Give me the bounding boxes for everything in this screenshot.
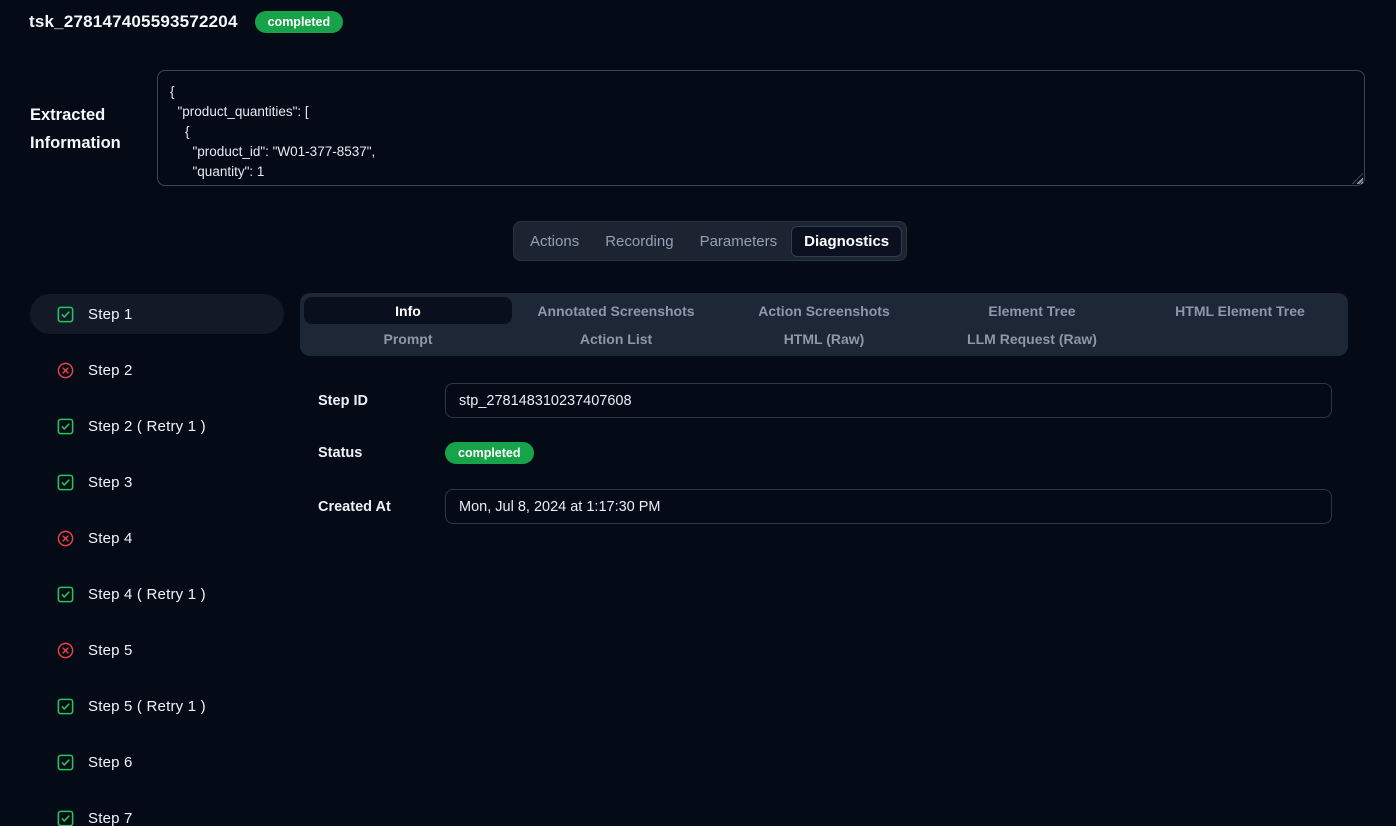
task-status-badge: completed (255, 11, 344, 33)
diagnostics-subtabs: Info Annotated Screenshots Action Screen… (300, 293, 1348, 356)
tab-actions[interactable]: Actions (518, 226, 591, 257)
created-at-label: Created At (318, 499, 445, 515)
subtab-html-raw[interactable]: HTML (Raw) (720, 325, 928, 352)
step-item-5-retry-1[interactable]: Step 5 ( Retry 1 ) (30, 686, 284, 726)
step-id-row: Step ID (318, 383, 1332, 418)
step-status-badge: completed (445, 442, 534, 464)
subtab-prompt[interactable]: Prompt (304, 325, 512, 352)
step-id-input[interactable] (445, 383, 1332, 418)
subtab-annotated-screenshots[interactable]: Annotated Screenshots (512, 297, 720, 324)
main-tabbar: Actions Recording Parameters Diagnostics (513, 221, 907, 261)
extracted-information-label: Extracted Information (30, 101, 155, 157)
task-diagnostics-page: tsk_278147405593572204 completed Extract… (0, 0, 1396, 826)
step-label: Step 4 (88, 530, 133, 547)
check-square-icon (56, 473, 75, 492)
created-at-input[interactable] (445, 489, 1332, 524)
task-id-title: tsk_278147405593572204 (29, 12, 238, 32)
x-circle-icon (56, 361, 75, 380)
subtab-action-list[interactable]: Action List (512, 325, 720, 352)
extracted-information-container: { "product_quantities": [ { "product_id"… (157, 70, 1365, 186)
step-label: Step 2 (88, 362, 133, 379)
subtab-element-tree[interactable]: Element Tree (928, 297, 1136, 324)
step-item-4-retry-1[interactable]: Step 4 ( Retry 1 ) (30, 574, 284, 614)
created-at-row: Created At (318, 489, 1332, 524)
check-square-icon (56, 417, 75, 436)
step-label: Step 1 (88, 306, 133, 323)
check-square-icon (56, 305, 75, 324)
check-square-icon (56, 585, 75, 604)
step-item-2-retry-1[interactable]: Step 2 ( Retry 1 ) (30, 406, 284, 446)
step-label: Step 3 (88, 474, 133, 491)
step-item-7[interactable]: Step 7 (30, 798, 284, 826)
tab-diagnostics[interactable]: Diagnostics (791, 226, 902, 257)
subtab-llm-request-raw[interactable]: LLM Request (Raw) (928, 325, 1136, 352)
step-item-4[interactable]: Step 4 (30, 518, 284, 558)
step-label: Step 5 (88, 642, 133, 659)
check-square-icon (56, 753, 75, 772)
subtab-spacer (1136, 325, 1344, 352)
x-circle-icon (56, 641, 75, 660)
subtab-html-element-tree[interactable]: HTML Element Tree (1136, 297, 1344, 324)
step-label: Step 5 ( Retry 1 ) (88, 698, 206, 715)
status-row: Status completed (318, 436, 1332, 470)
x-circle-icon (56, 529, 75, 548)
status-label: Status (318, 445, 445, 461)
step-item-1[interactable]: Step 1 (30, 294, 284, 334)
subtab-info[interactable]: Info (304, 297, 512, 324)
header: tsk_278147405593572204 completed (29, 11, 343, 33)
steps-sidebar: Step 1 Step 2 Step 2 ( Retry 1 ) Step 3 … (30, 294, 284, 826)
step-label: Step 4 ( Retry 1 ) (88, 586, 206, 603)
extracted-information-textarea[interactable]: { "product_quantities": [ { "product_id"… (157, 70, 1365, 186)
step-label: Step 6 (88, 754, 133, 771)
step-label: Step 2 ( Retry 1 ) (88, 418, 206, 435)
step-item-5[interactable]: Step 5 (30, 630, 284, 670)
tab-recording[interactable]: Recording (593, 226, 685, 257)
step-item-6[interactable]: Step 6 (30, 742, 284, 782)
step-label: Step 7 (88, 810, 133, 826)
tab-parameters[interactable]: Parameters (688, 226, 790, 257)
check-square-icon (56, 809, 75, 826)
subtab-action-screenshots[interactable]: Action Screenshots (720, 297, 928, 324)
check-square-icon (56, 697, 75, 716)
step-item-3[interactable]: Step 3 (30, 462, 284, 502)
step-item-2[interactable]: Step 2 (30, 350, 284, 390)
step-id-label: Step ID (318, 393, 445, 409)
